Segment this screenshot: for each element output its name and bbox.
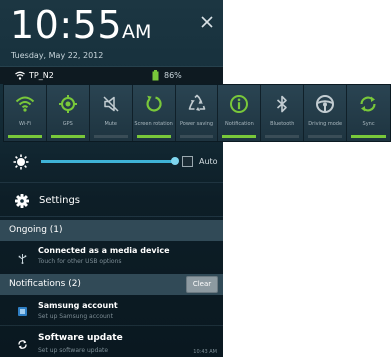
clock: 10:55AM: [10, 5, 151, 52]
toggle-label: Screen rotation: [134, 121, 173, 127]
toggle-mute[interactable]: Mute: [90, 85, 133, 141]
wifi-icon: [15, 96, 35, 112]
toggle-state-bar: [308, 135, 343, 138]
toggle-notification[interactable]: Notification: [218, 85, 262, 141]
notification-subtitle: Touch for other USB options: [38, 258, 122, 265]
clock-time: 10:55: [10, 3, 123, 47]
info-icon: [230, 95, 249, 113]
ongoing-header-label: Ongoing (1): [9, 225, 63, 235]
software-update-notification[interactable]: Software update Set up software update 1…: [0, 327, 223, 357]
gear-icon: [15, 194, 29, 208]
notification-panel: 10:55AM Tuesday, May 22, 2012 TP_N2 86%: [0, 0, 223, 357]
toggle-state-bar: [136, 135, 171, 138]
network-name: TP_N2: [29, 71, 54, 80]
battery-icon: [152, 70, 159, 81]
toggle-bluetooth[interactable]: Bluetooth: [261, 85, 305, 141]
notification-title: Connected as a media device: [38, 246, 170, 255]
notifications-header-label: Notifications (2): [9, 279, 81, 289]
samsung-account-icon: [18, 307, 27, 316]
toggle-state-bar: [50, 135, 85, 138]
screen: 10:55AM Tuesday, May 22, 2012 TP_N2 86%: [0, 0, 391, 357]
toggle-label: Power saving: [179, 121, 214, 127]
close-icon[interactable]: [199, 14, 215, 30]
wifi-signal-icon: [15, 71, 25, 80]
usb-icon: [18, 254, 27, 264]
rotation-icon: [146, 95, 162, 112]
toggle-label: Sync: [362, 121, 375, 127]
usb-notification[interactable]: Connected as a media device Touch for ot…: [0, 243, 223, 271]
toggle-state-bar: [179, 135, 214, 138]
notification-time: 10:43 AM: [193, 349, 217, 355]
brightness-slider-handle[interactable]: [171, 157, 179, 165]
auto-brightness-label: Auto: [199, 157, 218, 166]
brightness-slider[interactable]: [41, 160, 173, 163]
toggle-gps[interactable]: GPS: [47, 85, 90, 141]
recycle-icon: [188, 94, 205, 111]
settings-row[interactable]: Settings: [0, 182, 223, 217]
samsung-account-notification[interactable]: Samsung account Set up Samsung account: [0, 296, 223, 326]
brightness-icon: [13, 154, 29, 170]
notification-title: Software update: [38, 333, 123, 343]
notification-subtitle: Set up software update: [38, 347, 109, 354]
notification-subtitle: Set up Samsung account: [38, 313, 113, 320]
steering-wheel-icon: [316, 95, 335, 113]
notification-title: Samsung account: [38, 301, 118, 310]
toggle-label: Mute: [104, 121, 117, 127]
mute-icon: [103, 96, 119, 112]
auto-brightness-checkbox[interactable]: [182, 156, 193, 167]
toggle-power-saving[interactable]: Power saving: [176, 85, 219, 141]
toggle-state-bar: [222, 135, 257, 138]
quick-settings-toggles: Wi-Fi GPS Mute Screen rotation Power sav…: [3, 84, 391, 142]
toggle-sync[interactable]: Sync: [347, 85, 390, 141]
toggle-label: GPS: [62, 121, 73, 127]
toggle-label: Wi-Fi: [18, 121, 31, 127]
toggle-state-bar: [8, 135, 42, 138]
settings-label: Settings: [39, 195, 81, 206]
toggle-state-bar: [351, 135, 387, 138]
toggle-label: Notification: [225, 121, 254, 127]
battery-level: 86%: [164, 71, 182, 80]
ongoing-header: Ongoing (1): [0, 220, 223, 241]
sync-icon: [360, 96, 376, 112]
notifications-header: Notifications (2) Clear: [0, 274, 223, 295]
toggle-state-bar: [93, 135, 128, 138]
clock-ampm: AM: [122, 21, 152, 43]
date-label: Tuesday, May 22, 2012: [11, 51, 104, 60]
software-update-icon: [18, 340, 27, 349]
toggle-wifi[interactable]: Wi-Fi: [4, 85, 47, 141]
clear-button[interactable]: Clear: [186, 276, 218, 293]
bluetooth-icon: [277, 95, 288, 113]
status-strip: TP_N2 86%: [0, 66, 223, 84]
toggle-driving-mode[interactable]: Driving mode: [304, 85, 348, 141]
toggle-state-bar: [265, 135, 300, 138]
gps-icon: [58, 95, 77, 113]
toggle-label: Driving mode: [308, 121, 343, 127]
toggle-screen-rotation[interactable]: Screen rotation: [133, 85, 176, 141]
toggle-label: Bluetooth: [270, 121, 295, 127]
